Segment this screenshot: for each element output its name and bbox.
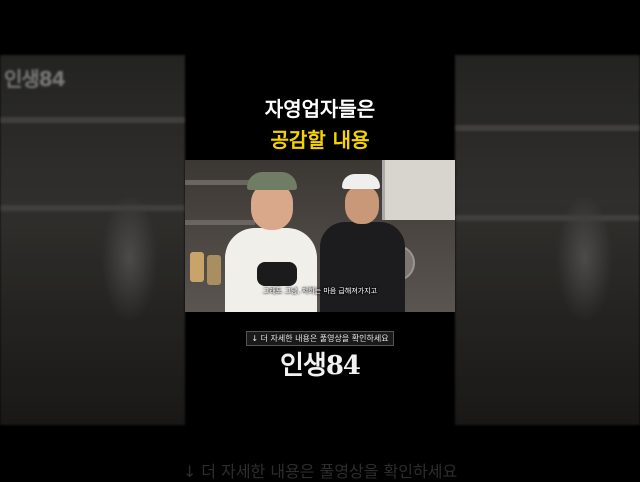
channel-logo: 인생84: [279, 351, 361, 381]
black-shirt: [320, 222, 405, 312]
green-cap: [247, 172, 297, 190]
info-bar: ↓ 더 자세한 내용은 풀영상을 확인하세요: [185, 331, 455, 346]
video-frame[interactable]: 그래도 그냥, 저희는 마음 급해져가지고: [185, 160, 455, 312]
caption-line-1: 자영업자들은: [264, 97, 376, 121]
jar: [190, 252, 204, 282]
info-text: ↓ 더 자세한 내용은 풀영상을 확인하세요: [246, 331, 394, 346]
channel-watermark: 인생84: [4, 67, 66, 91]
shelf: [455, 125, 640, 131]
blurred-backdrop-right: [455, 55, 640, 425]
video-subtitle: 그래도 그냥, 저희는 마음 급해져가지고: [262, 287, 378, 295]
face: [251, 184, 293, 230]
shelf: [0, 117, 185, 123]
blurred-info-bar: ↓ 더 자세한 내용은 풀영상을 확인하세요: [182, 462, 458, 481]
white-cap: [342, 174, 380, 189]
face: [345, 186, 379, 224]
shelf: [0, 205, 185, 211]
blurred-backdrop-left: 인생84: [0, 55, 185, 425]
caption-line-2: 공감할 내용: [270, 128, 370, 152]
black-gloves: [257, 262, 297, 286]
shelf: [455, 215, 640, 221]
